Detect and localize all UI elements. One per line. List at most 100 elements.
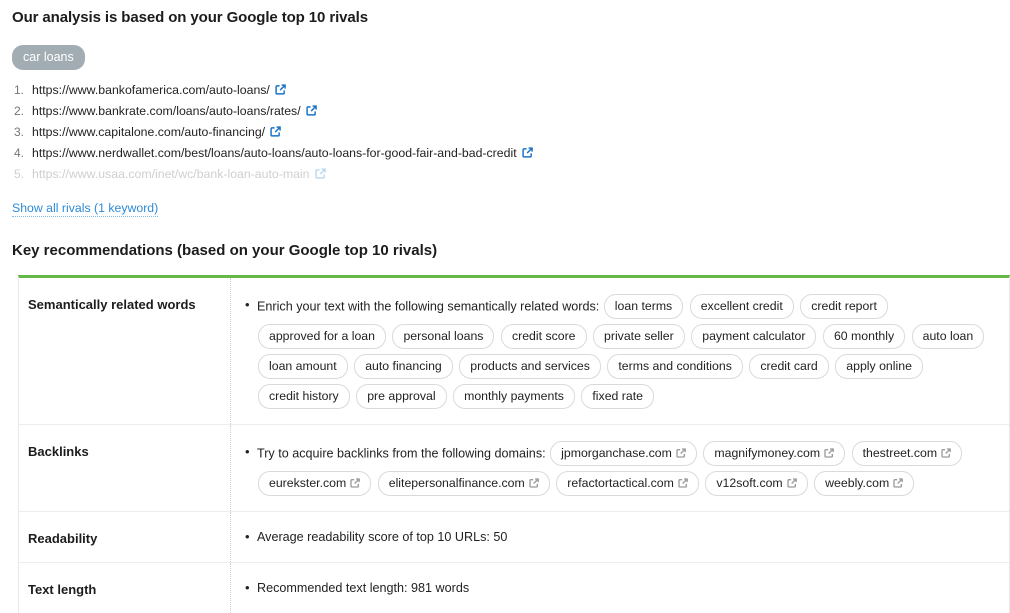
tag-label: fixed rate: [592, 389, 643, 403]
external-link-icon: [941, 448, 951, 458]
related-word-tag[interactable]: 60 monthly: [822, 324, 906, 349]
related-word-tag[interactable]: apply online: [835, 354, 923, 379]
recommendation-label: Text length: [19, 563, 231, 613]
backlink-domain-tag[interactable]: thestreet.com: [851, 441, 963, 466]
related-word-tag[interactable]: personal loans: [392, 324, 495, 349]
backlink-domain-tag[interactable]: eurekster.com: [258, 471, 372, 496]
recommendation-row: Readability Average readability score of …: [19, 512, 1009, 563]
rival-list-item: 5. https://www.usaa.com/inet/wc/bank-loan…: [12, 164, 1010, 185]
recommendation-content: Average readability score of top 10 URLs…: [231, 512, 1009, 562]
tag-label: credit score: [511, 329, 576, 343]
rival-open-link-button[interactable]: [270, 83, 286, 97]
tag-label: apply online: [846, 359, 912, 373]
related-word-tag[interactable]: products and services: [459, 354, 601, 379]
tag-label: v12soft.com: [716, 476, 783, 490]
related-word-tag[interactable]: excellent credit: [689, 294, 794, 319]
rival-index: 5.: [14, 167, 25, 181]
backlink-domain-tag[interactable]: weebly.com: [814, 471, 915, 496]
related-word-tag[interactable]: private seller: [593, 324, 685, 349]
external-link-icon: [893, 478, 904, 488]
external-link-icon: [305, 105, 317, 116]
recommendation-row: Semantically related words Enrich your te…: [19, 278, 1009, 425]
external-link-icon: [824, 448, 834, 458]
recommendation-row: Text length Recommended text length: 981 …: [19, 563, 1009, 613]
tag-label: approved for a loan: [269, 329, 375, 343]
rival-open-link-button[interactable]: [301, 104, 317, 118]
rival-index: 2.: [14, 104, 25, 118]
external-link-icon: [350, 478, 361, 488]
tag-label: personal loans: [403, 329, 484, 343]
external-link-icon: [314, 168, 326, 179]
rival-url: https://www.bankofamerica.com/auto-loans…: [32, 83, 270, 97]
rival-url-wrap: https://www.bankofamerica.com/auto-loans…: [32, 80, 286, 101]
key-recommendations-section: Key recommendations (based on your Googl…: [0, 241, 1010, 613]
recommendation-text: Enrich your text with the following sema…: [257, 299, 600, 314]
external-link-icon: [787, 478, 797, 488]
rival-list-item: 1. https://www.bankofamerica.com/auto-loa…: [12, 80, 1010, 101]
backlink-domain-tag[interactable]: magnifymoney.com: [703, 441, 846, 466]
recommendation-bullet: Try to acquire backlinks from the follow…: [245, 439, 997, 499]
rival-open-link-button[interactable]: [517, 146, 533, 160]
tag-list: loan terms excellent credit credit repor…: [257, 294, 986, 409]
tag-label: jpmorganchase.com: [561, 446, 672, 460]
related-word-tag[interactable]: monthly payments: [453, 384, 575, 409]
tag-label: thestreet.com: [862, 446, 938, 460]
external-link-icon: [521, 147, 533, 158]
related-word-tag[interactable]: credit card: [749, 354, 829, 379]
rival-url: https://www.usaa.com/inet/wc/bank-loan-a…: [32, 167, 310, 181]
recommendation-label: Semantically related words: [19, 278, 231, 424]
tag-label: eurekster.com: [269, 476, 347, 490]
related-word-tag[interactable]: loan amount: [258, 354, 348, 379]
tag-label: terms and conditions: [618, 359, 732, 373]
recommendation-bullet: Recommended text length: 981 words: [245, 577, 997, 599]
recommendations-title: Key recommendations (based on your Googl…: [12, 242, 438, 259]
page-title: Our analysis is based on your Google top…: [12, 9, 368, 26]
tag-label: payment calculator: [702, 329, 806, 343]
rivals-section: Our analysis is based on your Google top…: [0, 0, 1010, 217]
external-link-icon: [270, 126, 281, 137]
tag-label: refactortactical.com: [567, 476, 674, 490]
rival-list-item: 4. https://www.nerdwallet.com/best/loans/…: [12, 143, 1010, 164]
rival-list-item: 2. https://www.bankrate.com/loans/auto-lo…: [12, 101, 1010, 122]
recommendation-bullet: Enrich your text with the following sema…: [245, 292, 997, 412]
rival-open-link-button[interactable]: [310, 167, 326, 181]
related-word-tag[interactable]: credit score: [500, 324, 587, 349]
tag-label: private seller: [604, 329, 674, 343]
related-word-tag[interactable]: credit report: [800, 294, 888, 319]
tag-label: monthly payments: [464, 389, 564, 403]
recommendation-label: Backlinks: [19, 425, 231, 511]
keyword-badge-wrap: car loans: [12, 45, 1010, 80]
external-link-icon: [275, 84, 286, 95]
rival-index: 3.: [14, 125, 25, 139]
backlink-domain-tag[interactable]: jpmorganchase.com: [550, 441, 697, 466]
related-word-tag[interactable]: payment calculator: [691, 324, 817, 349]
recommendation-row: Backlinks Try to acquire backlinks from t…: [19, 425, 1009, 512]
rival-url-wrap: https://www.capitalone.com/auto-financin…: [32, 122, 281, 143]
tag-label: loan terms: [614, 299, 673, 313]
rival-url: https://www.nerdwallet.com/best/loans/au…: [32, 146, 517, 160]
tag-label: auto financing: [365, 359, 442, 373]
recommendation-bullet: Average readability score of top 10 URLs…: [245, 526, 997, 548]
related-word-tag[interactable]: auto financing: [354, 354, 453, 379]
show-all-rivals-link[interactable]: Show all rivals (1 keyword): [12, 200, 159, 217]
rival-open-link-button[interactable]: [265, 125, 281, 139]
related-word-tag[interactable]: terms and conditions: [607, 354, 743, 379]
related-word-tag[interactable]: fixed rate: [581, 384, 654, 409]
recommendation-text: Recommended text length: 981 words: [257, 581, 470, 595]
related-word-tag[interactable]: credit history: [258, 384, 350, 409]
related-word-tag[interactable]: auto loan: [911, 324, 985, 349]
related-word-tag[interactable]: approved for a loan: [258, 324, 386, 349]
external-link-icon: [678, 478, 688, 488]
backlink-domain-tag[interactable]: v12soft.com: [705, 471, 808, 496]
tag-label: credit card: [760, 359, 818, 373]
related-word-tag[interactable]: loan terms: [603, 294, 684, 319]
recommendations-table: Semantically related words Enrich your te…: [18, 275, 1010, 613]
recommendation-label: Readability: [19, 512, 231, 562]
external-link-icon: [529, 478, 539, 488]
related-word-tag[interactable]: pre approval: [356, 384, 447, 409]
recommendation-content: Enrich your text with the following sema…: [231, 278, 1009, 424]
backlink-domain-tag[interactable]: refactortactical.com: [556, 471, 699, 496]
backlink-domain-tag[interactable]: elitepersonalfinance.com: [377, 471, 550, 496]
rival-url: https://www.capitalone.com/auto-financin…: [32, 125, 266, 139]
tag-label: 60 monthly: [833, 329, 895, 343]
